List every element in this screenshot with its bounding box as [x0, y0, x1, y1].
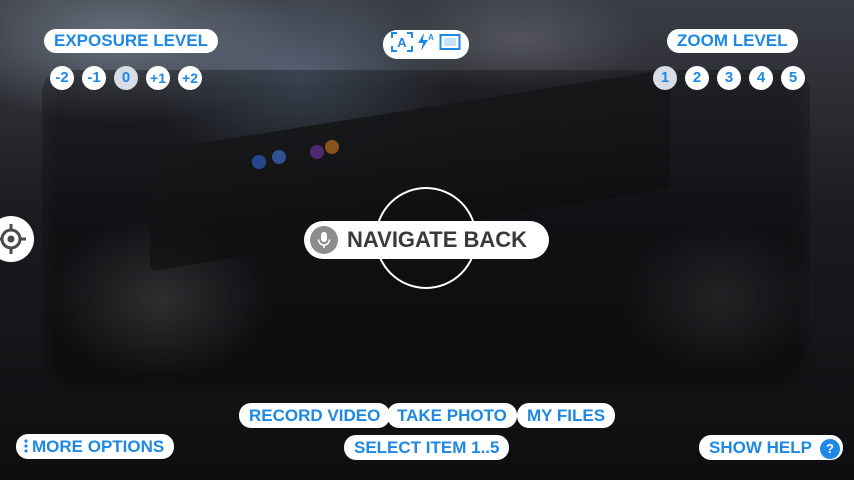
exposure-option[interactable]: +1 — [146, 66, 170, 90]
auto-focus-icon[interactable]: A — [391, 32, 413, 57]
help-icon: ? — [819, 438, 840, 459]
svg-text:A: A — [397, 35, 407, 50]
auto-flash-icon[interactable]: A — [417, 32, 435, 57]
zoom-option[interactable]: 4 — [749, 66, 773, 90]
exposure-option[interactable]: -1 — [82, 66, 106, 90]
camera-mode-toggles[interactable]: A A — [383, 30, 469, 59]
exposure-option[interactable]: +2 — [178, 66, 202, 90]
zoom-option-selected[interactable]: 1 — [653, 66, 677, 90]
zoom-option[interactable]: 2 — [685, 66, 709, 90]
navigate-back-button[interactable]: NAVIGATE BACK — [304, 221, 549, 259]
more-vertical-icon — [24, 435, 28, 460]
show-help-label: SHOW HELP — [709, 438, 812, 457]
zoom-option[interactable]: 5 — [781, 66, 805, 90]
exposure-level-label: EXPOSURE LEVEL — [44, 29, 218, 53]
take-photo-button[interactable]: TAKE PHOTO — [387, 403, 517, 428]
show-help-button[interactable]: SHOW HELP? — [699, 435, 843, 460]
more-options-label: MORE OPTIONS — [32, 437, 165, 456]
my-files-button[interactable]: MY FILES — [517, 403, 616, 428]
zoom-option[interactable]: 3 — [717, 66, 741, 90]
more-options-button[interactable]: MORE OPTIONS — [16, 434, 175, 460]
aspect-ratio-icon[interactable] — [439, 33, 461, 56]
navigate-back-label: NAVIGATE BACK — [347, 227, 528, 252]
zoom-level-label: ZOOM LEVEL — [667, 29, 798, 53]
svg-text:A: A — [428, 33, 434, 42]
record-video-button[interactable]: RECORD VIDEO — [239, 403, 391, 428]
exposure-option-selected[interactable]: 0 — [114, 66, 138, 90]
microphone-icon — [310, 226, 338, 254]
exposure-option[interactable]: -2 — [50, 66, 74, 90]
select-item-button[interactable]: SELECT ITEM 1..5 — [344, 435, 510, 460]
